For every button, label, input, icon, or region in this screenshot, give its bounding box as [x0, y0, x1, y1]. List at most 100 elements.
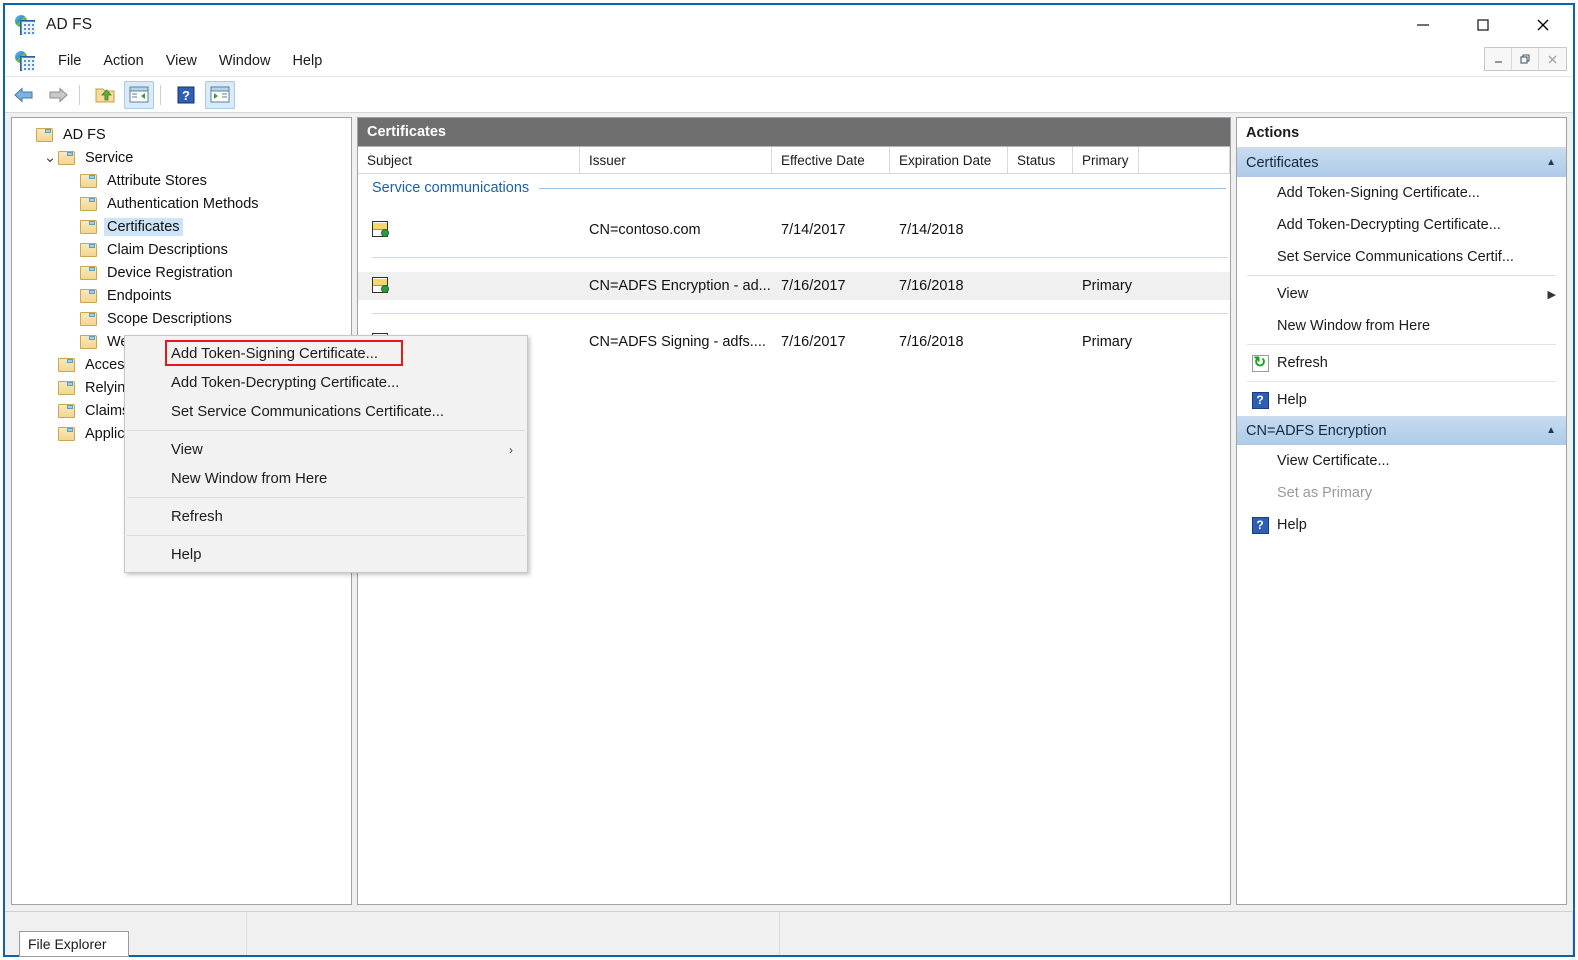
context-menu-item-add-token-decrypting-certificate[interactable]: Add Token-Decrypting Certificate...	[125, 368, 527, 397]
title-bar: AD FS	[5, 5, 1573, 45]
close-button[interactable]	[1513, 5, 1573, 45]
taskbar-file-explorer-button[interactable]: File Explorer	[19, 931, 129, 957]
application-window: AD FS File Action View Window Help ? AD …	[3, 3, 1575, 957]
tree-item-service[interactable]: ⌄ Service	[12, 146, 351, 169]
mdi-close-button[interactable]	[1539, 48, 1566, 70]
folder-icon	[58, 357, 75, 372]
up-one-level-button[interactable]	[90, 81, 120, 109]
column-header-primary[interactable]: Primary	[1073, 147, 1139, 174]
context-menu-item-set-service-communications-certificate[interactable]: Set Service Communications Certificate..…	[125, 397, 527, 426]
mdi-restore-button[interactable]	[1512, 48, 1539, 70]
collapse-caret-icon[interactable]: ▲	[1546, 157, 1556, 168]
action-item-add-token-decrypting-certificate[interactable]: Add Token-Decrypting Certificate...	[1237, 209, 1566, 241]
context-menu-item-label: Refresh	[171, 508, 223, 525]
svg-text:?: ?	[182, 88, 190, 103]
system-menu-icon[interactable]	[15, 50, 37, 72]
toolbar-separator	[79, 84, 80, 105]
mdi-minimize-button[interactable]	[1485, 48, 1512, 70]
action-item-help[interactable]: ? Help	[1237, 509, 1566, 541]
actions-separator	[1247, 381, 1556, 382]
context-menu-item-add-token-signing-certificate[interactable]: Add Token-Signing Certificate...	[125, 339, 527, 368]
action-item-new-window-from-here[interactable]: New Window from Here	[1237, 310, 1566, 342]
folder-icon	[80, 219, 97, 234]
context-menu-item-refresh[interactable]: Refresh	[125, 502, 527, 531]
folder-icon	[80, 196, 97, 211]
minimize-button[interactable]	[1393, 5, 1453, 45]
back-button[interactable]	[9, 81, 39, 109]
status-segment-3	[780, 912, 1573, 955]
folder-icon	[80, 265, 97, 280]
folder-icon	[36, 127, 53, 142]
window-controls	[1393, 5, 1573, 45]
menu-view[interactable]: View	[155, 50, 208, 72]
action-item-set-service-communications-certif[interactable]: Set Service Communications Certif...	[1237, 241, 1566, 273]
cell-subject	[358, 276, 580, 295]
action-item-help[interactable]: ? Help	[1237, 384, 1566, 416]
action-item-add-token-signing-certificate[interactable]: Add Token-Signing Certificate...	[1237, 177, 1566, 209]
show-hide-action-pane-button[interactable]	[205, 80, 235, 109]
maximize-button[interactable]	[1453, 5, 1513, 45]
action-item-view-certificate[interactable]: View Certificate...	[1237, 445, 1566, 477]
pane-title: Certificates	[358, 118, 1230, 146]
tree-item-scope-descriptions[interactable]: ›Scope Descriptions	[12, 307, 351, 330]
help-button[interactable]: ?	[171, 81, 201, 109]
cell-primary: Primary	[1082, 333, 1132, 350]
tree-item-label: Certificates	[104, 217, 183, 236]
menu-file[interactable]: File	[47, 50, 92, 72]
context-menu-item-label: Help	[171, 546, 202, 563]
action-item-label: View Certificate...	[1277, 453, 1390, 469]
context-menu-item-label: View	[171, 441, 203, 458]
actions-group-header[interactable]: Certificates ▲	[1237, 148, 1566, 177]
tree-item-label: Attribute Stores	[107, 172, 207, 189]
menu-help[interactable]: Help	[281, 50, 333, 72]
context-menu-item-view[interactable]: View ›	[125, 435, 527, 464]
tree-item-label: Service	[85, 149, 134, 166]
status-segment-2	[247, 912, 780, 955]
row-content: CN=contoso.com 7/14/2017 7/14/2018	[358, 216, 1230, 244]
show-hide-console-tree-button[interactable]	[124, 80, 154, 109]
submenu-arrow-icon: ▶	[1547, 288, 1556, 301]
cell-effective-date: 7/14/2017	[781, 221, 846, 238]
mdi-window-controls	[1484, 47, 1567, 71]
context-menu-item-label: New Window from Here	[171, 470, 328, 487]
adfs-icon	[15, 14, 37, 36]
menu-window[interactable]: Window	[208, 50, 282, 72]
tree-item-attribute-stores[interactable]: ›Attribute Stores	[12, 169, 351, 192]
folder-icon	[80, 288, 97, 303]
cell-expiration-date: 7/16/2018	[899, 277, 964, 294]
context-menu-item-new-window-from-here[interactable]: New Window from Here	[125, 464, 527, 493]
window-title: AD FS	[46, 16, 93, 33]
menu-action[interactable]: Action	[92, 50, 154, 72]
column-header-issuer[interactable]: Issuer	[580, 147, 772, 174]
action-item-label: Help	[1277, 392, 1307, 408]
action-item-refresh[interactable]: Refresh	[1237, 347, 1566, 379]
cell-expiration-date: 7/14/2018	[899, 221, 964, 238]
actions-group-header[interactable]: CN=ADFS Encryption ▲	[1237, 416, 1566, 445]
column-header-status[interactable]: Status	[1008, 147, 1073, 174]
cell-issuer: CN=ADFS Signing - adfs....	[589, 333, 766, 350]
chevron-down-icon[interactable]: ⌄	[42, 150, 58, 165]
tree-item-ad-fs[interactable]: ›AD FS	[12, 123, 351, 146]
forward-button[interactable]	[43, 81, 73, 109]
table-row[interactable]: CN=ADFS Encryption - ad... 7/16/2017 7/16/…	[358, 258, 1230, 313]
tree-item-authentication-methods[interactable]: ›Authentication Methods	[12, 192, 351, 215]
column-header-expiration-date[interactable]: Expiration Date	[890, 147, 1008, 174]
status-bar: File Explorer	[5, 911, 1573, 957]
tree-item-device-registration[interactable]: ›Device Registration	[12, 261, 351, 284]
tree-item-endpoints[interactable]: ›Endpoints	[12, 284, 351, 307]
tree-item-certificates[interactable]: ›Certificates	[12, 215, 351, 238]
context-menu-item-help[interactable]: Help	[125, 540, 527, 569]
action-item-view[interactable]: View ▶	[1237, 278, 1566, 310]
tree-item-claim-descriptions[interactable]: ›Claim Descriptions	[12, 238, 351, 261]
cell-issuer: CN=contoso.com	[589, 221, 701, 238]
action-item-label: Set as Primary	[1277, 485, 1373, 501]
column-header-effective-date[interactable]: Effective Date	[772, 147, 890, 174]
collapse-caret-icon[interactable]: ▲	[1546, 425, 1556, 436]
cell-effective-date: 7/16/2017	[781, 277, 846, 294]
folder-icon	[58, 380, 75, 395]
table-row[interactable]: CN=contoso.com 7/14/2017 7/14/2018	[358, 202, 1230, 257]
column-header-subject[interactable]: Subject	[358, 147, 580, 174]
help-icon: ?	[1249, 516, 1271, 534]
tree-item-label: Scope Descriptions	[107, 310, 232, 327]
tree-item-label: Authentication Methods	[107, 195, 259, 212]
